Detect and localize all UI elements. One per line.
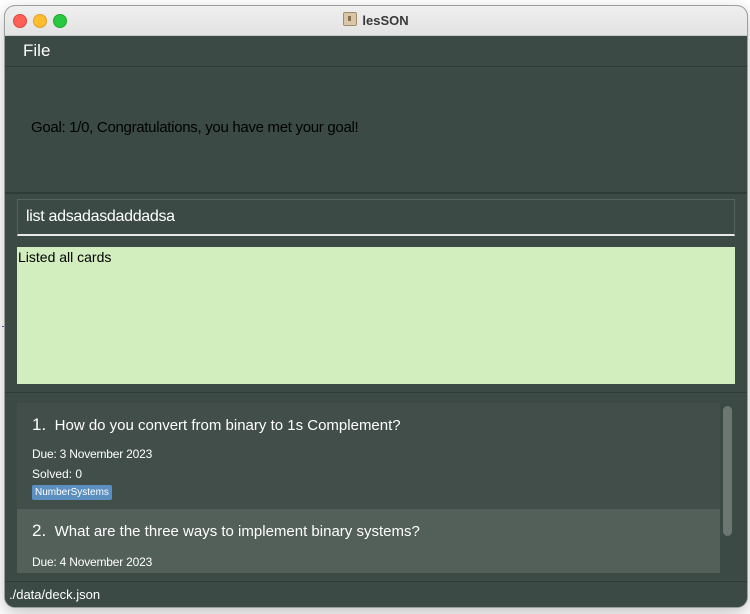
card-question-line: 1. How do you convert from binary to 1s … xyxy=(32,415,401,435)
card-index: 2. xyxy=(32,521,47,540)
card-question: What are the three ways to implement bin… xyxy=(54,523,420,540)
title-bar: lesSON xyxy=(5,6,747,36)
list-item[interactable]: 1. How do you convert from binary to 1s … xyxy=(17,403,720,509)
goal-panel: Goal: 1/0, Congratulations, you have met… xyxy=(5,67,747,194)
card-due-date: Due: 3 November 2023 xyxy=(32,447,153,461)
card-question: How do you convert from binary to 1s Com… xyxy=(54,417,401,434)
window-title: lesSON xyxy=(362,13,409,28)
app-window: lesSON File Goal: 1/0, Congratulations, … xyxy=(5,6,747,607)
window-title-area: lesSON xyxy=(5,12,747,28)
command-box xyxy=(17,199,735,236)
card-question-line: 2. What are the three ways to implement … xyxy=(32,521,420,541)
list-scrollbar[interactable] xyxy=(723,406,732,536)
user-card-icon xyxy=(343,12,358,26)
command-input[interactable] xyxy=(18,200,734,234)
result-text: Listed all cards xyxy=(18,249,112,265)
goal-text: Goal: 1/0, Congratulations, you have met… xyxy=(31,119,359,136)
card-solved-count: Solved: 0 xyxy=(32,467,83,481)
result-display: Listed all cards xyxy=(17,247,735,384)
list-item[interactable]: 2. What are the three ways to implement … xyxy=(17,509,720,573)
status-file-path: ./data/deck.json xyxy=(9,587,101,602)
menu-file[interactable]: File xyxy=(23,41,50,61)
card-list[interactable]: 1. How do you convert from binary to 1s … xyxy=(5,392,747,581)
card-index: 1. xyxy=(32,415,47,434)
card-tag: NumberSystems xyxy=(32,485,112,500)
menu-bar: File xyxy=(5,36,747,67)
status-bar: ./data/deck.json xyxy=(5,581,747,607)
card-due-date: Due: 4 November 2023 xyxy=(32,555,153,569)
